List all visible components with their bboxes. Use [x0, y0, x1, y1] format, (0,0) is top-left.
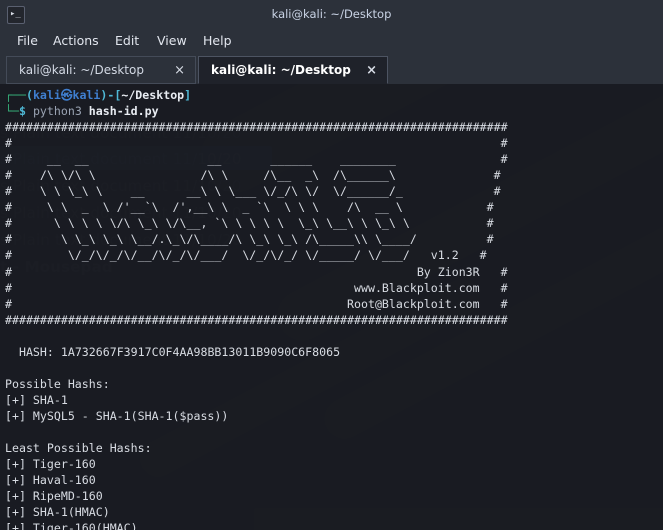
banner-line: # \ \ \ \ \/\ \_\ \/\__, `\ \ \ \ \ \_\ … [5, 216, 494, 231]
terminal-window: s Plain text document 11/10/20 s Plain t… [0, 0, 663, 530]
tab-terminal-2[interactable]: kali@kali: ~/Desktop × [198, 56, 388, 84]
least-hash-item: [+] Haval-160 [5, 473, 96, 488]
menu-edit[interactable]: Edit [110, 28, 144, 54]
prompt-at-icon: ㉿ [60, 88, 73, 102]
menu-help[interactable]: Help [198, 28, 237, 54]
tabbar: kali@kali: ~/Desktop × kali@kali: ~/Desk… [0, 54, 663, 84]
least-hash-item: [+] Tiger-160 [5, 457, 96, 472]
prompt-bracket-close: ] [184, 88, 192, 102]
tab-label: kali@kali: ~/Desktop [19, 63, 144, 77]
command-interpreter: python3 [32, 104, 82, 119]
possible-hash-item: [+] SHA-1 [5, 392, 68, 407]
possible-hashes-header: Possible Hashs: [5, 376, 110, 391]
tab-terminal-1[interactable]: kali@kali: ~/Desktop × [6, 56, 196, 84]
banner-version-line: # \/_/\/_/\/__/\/_/\/___/ \/_/\/_/ \/___… [5, 248, 487, 263]
possible-hash-item: [+] MySQL5 - SHA-1(SHA-1($pass)) [5, 408, 229, 423]
terminal-output-area[interactable]: ┌──(kali㉿kali)-[~/Desktop] └─$ python3 h… [0, 84, 663, 530]
banner-line: # \ \ \_\ \ __ __\ \ \___ \/_/\ \/ \/___… [5, 184, 501, 199]
prompt-line-1: ┌──(kali㉿kali)-[~/Desktop] [0, 87, 663, 103]
menu-view[interactable]: View [152, 28, 192, 54]
banner-rule-top: ########################################… [5, 120, 508, 135]
banner-website-line: # www.Blackploit.com # [5, 280, 508, 295]
blank-line [0, 328, 663, 344]
blank-line [0, 424, 663, 440]
command-script: hash-id.py [88, 104, 159, 119]
titlebar: ▸_ kali@kali: ~/Desktop [0, 0, 663, 28]
banner-line: # # [5, 136, 508, 151]
banner-email-line: # Root@Blackploit.com # [5, 296, 508, 311]
prompt-dollar: $ [18, 104, 26, 119]
banner-line: # \ \_\ \_\ \__/.\_\/\____/\ \_\ \_\ /\_… [5, 232, 494, 247]
hash-label: HASH: [18, 344, 54, 359]
window-title: kali@kali: ~/Desktop [271, 7, 392, 21]
banner-line: # \ \ _ \ /'__`\ /',__\ \ _ `\ \ \ \ /\ … [5, 200, 494, 215]
blank-line [0, 360, 663, 376]
hash-line: HASH: 1A732667F3917C0F4AA98BB13011B9090C… [0, 344, 663, 360]
prompt-host: kali [72, 88, 101, 102]
least-possible-hashes-header: Least Possible Hashs: [5, 441, 152, 456]
prompt-user: kali [32, 88, 61, 102]
prompt-line-2: └─$ python3 hash-id.py [0, 103, 663, 119]
banner-author-line: # By Zion3R # [5, 264, 508, 279]
prompt-corner-bottom: └─ [5, 104, 19, 119]
menubar: File Actions Edit View Help [0, 28, 663, 54]
least-hash-item: [+] SHA-1(HMAC) [5, 505, 110, 520]
prompt-corner-top: ┌── [5, 88, 26, 102]
banner-rule-bottom: ########################################… [5, 312, 508, 327]
hash-value: 1A732667F3917C0F4AA98BB13011B9090C6F8065 [60, 344, 341, 359]
prompt-open-paren: ( [25, 88, 33, 102]
tab-close-icon[interactable]: × [174, 57, 185, 85]
least-hash-item: [+] Tiger-160(HMAC) [5, 521, 138, 530]
banner-line: # /\ \/\ \ /\ \ /\__ _\ /\______\ # [5, 168, 501, 183]
prompt-path: ~/Desktop [121, 88, 185, 102]
menu-actions[interactable]: Actions [48, 28, 104, 54]
tab-close-icon[interactable]: × [366, 57, 377, 85]
banner-line: # __ __ __ ______ ________ # [5, 152, 508, 167]
tab-label: kali@kali: ~/Desktop [211, 63, 351, 77]
menu-file[interactable]: File [12, 28, 43, 54]
least-hash-item: [+] RipeMD-160 [5, 489, 103, 504]
